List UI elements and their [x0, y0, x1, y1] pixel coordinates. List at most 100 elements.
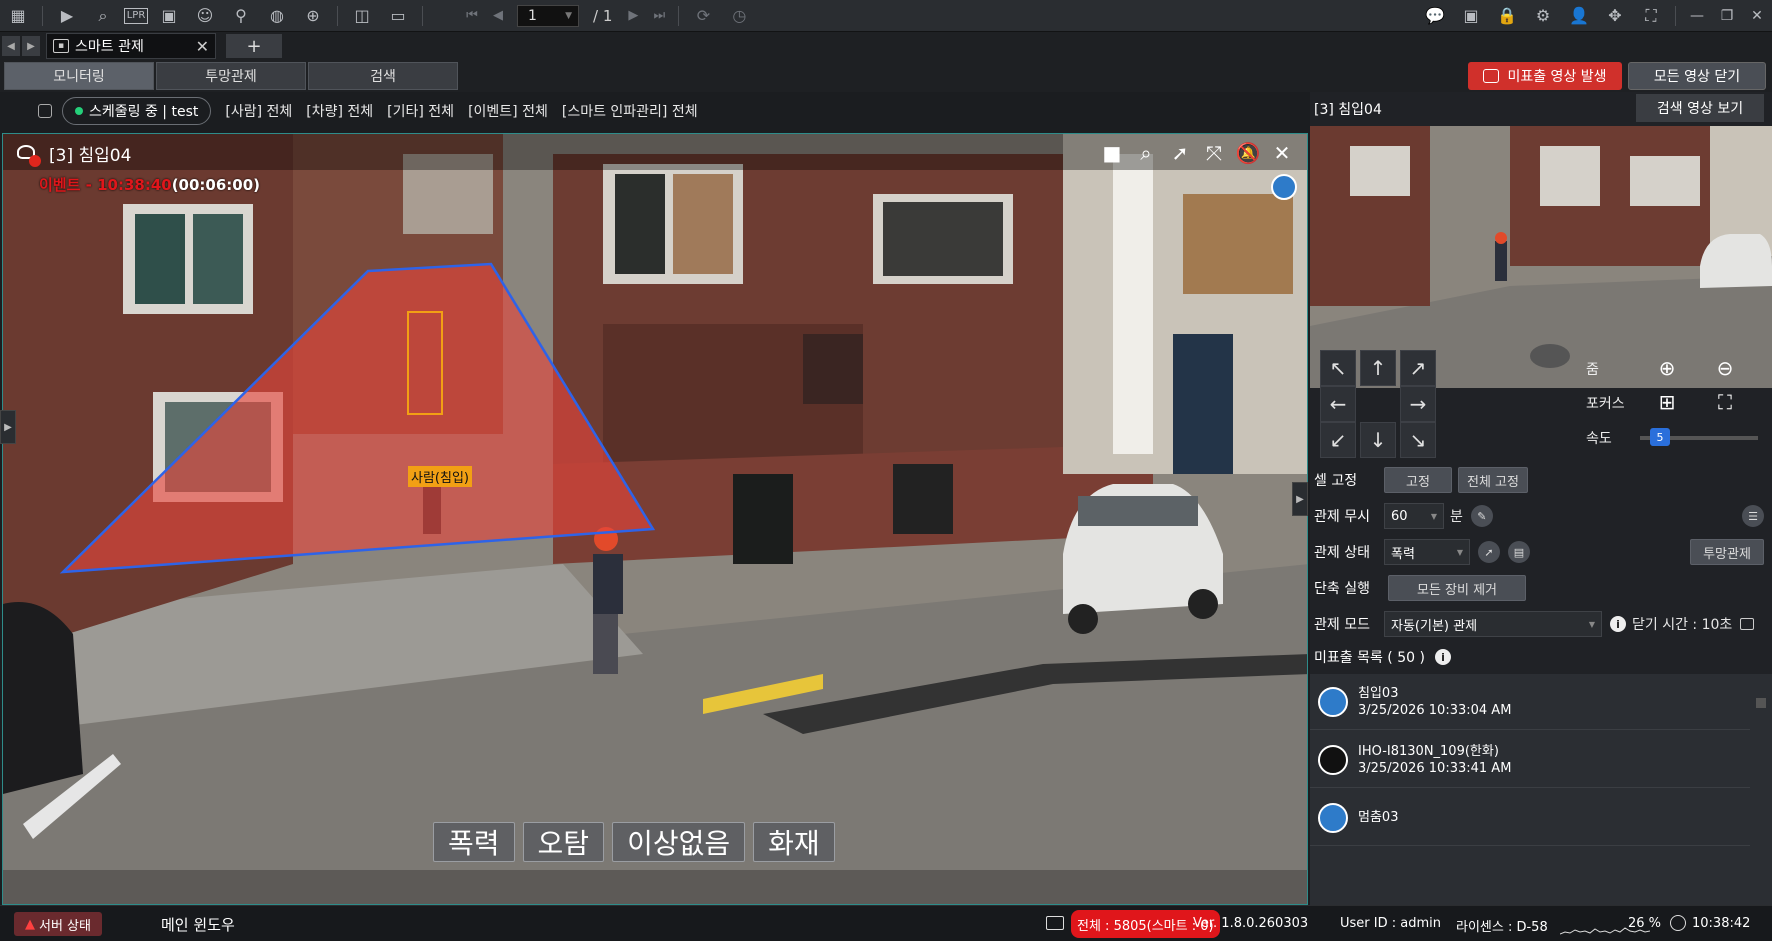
move-icon[interactable]: ✥	[1600, 4, 1630, 28]
list-scrollbar[interactable]	[1756, 674, 1770, 905]
page-total: / 1	[593, 6, 613, 25]
focus-far-icon[interactable]: ⛶	[1710, 387, 1740, 417]
chat-icon[interactable]: 💬	[1420, 4, 1450, 28]
play-video-icon[interactable]: ▶	[52, 4, 82, 28]
ai-camera-icon	[1318, 802, 1348, 833]
prev-page-icon[interactable]: ◀	[485, 8, 511, 23]
restore-icon[interactable]: ❐	[1712, 8, 1742, 24]
fix-button[interactable]: 고정	[1384, 467, 1452, 493]
net-control-button[interactable]: 투망관제	[1690, 539, 1764, 565]
filter-vehicle[interactable]: [차량] 전체	[306, 101, 373, 121]
speed-knob[interactable]: 5	[1650, 428, 1670, 446]
event-button-normal[interactable]: 이상없음	[612, 822, 746, 862]
lpr-icon[interactable]: LPR	[124, 7, 148, 24]
filter-event[interactable]: [이벤트] 전체	[468, 101, 548, 121]
next-page-icon[interactable]: ▶	[620, 8, 646, 23]
focus-near-icon[interactable]: ⊞	[1652, 387, 1682, 417]
list-item[interactable]: 멈춤03	[1310, 790, 1750, 846]
page-number-input[interactable]: 1 ▼	[517, 4, 579, 27]
ptz-left-icon[interactable]: ←	[1320, 386, 1356, 422]
scroll-thumb[interactable]	[1756, 698, 1766, 708]
ignore-apply-icon[interactable]: ✎	[1470, 505, 1493, 527]
event-button-violence[interactable]: 폭력	[433, 822, 515, 862]
ai-analysis-icon[interactable]	[1271, 174, 1297, 200]
close-time-settings-icon[interactable]	[1740, 618, 1755, 630]
control-mode-select[interactable]: 자동(기본) 관제 ▼	[1384, 611, 1602, 637]
close-video-icon[interactable]: ✕	[1265, 140, 1299, 166]
zoom-out-icon[interactable]: ⊖	[1710, 353, 1740, 383]
ptz-down-icon[interactable]: ↓	[1360, 422, 1396, 458]
add-tab-button[interactable]: +	[226, 34, 282, 58]
smart-control-icon: ▪	[53, 39, 69, 53]
mute-alarm-icon[interactable]: 🔕	[1231, 140, 1265, 166]
tab-monitoring[interactable]: 모니터링	[4, 62, 154, 90]
map-search-icon[interactable]: ◍	[262, 4, 292, 28]
filter-person[interactable]: [사람] 전체	[225, 101, 292, 121]
gear-icon[interactable]: ⚙	[1528, 4, 1558, 28]
camera-alert-icon[interactable]: ▣	[1456, 4, 1486, 28]
right-panel-toggle-icon[interactable]: ▶	[1292, 482, 1308, 516]
ptz-down-right-icon[interactable]: ↘	[1400, 422, 1436, 458]
close-all-videos-button[interactable]: 모든 영상 닫기	[1628, 62, 1766, 90]
fix-all-button[interactable]: 전체 고정	[1458, 467, 1528, 493]
tab-scroll-right-icon[interactable]: ▶	[22, 36, 40, 56]
filter-settings-icon[interactable]	[38, 104, 52, 118]
remove-all-devices-button[interactable]: 모든 장비 제거	[1388, 575, 1526, 601]
pin-icon[interactable]: ➚	[1163, 140, 1197, 166]
ptz-up-right-icon[interactable]: ↗	[1400, 350, 1436, 386]
event-button-false-alarm[interactable]: 오탐	[522, 822, 605, 862]
first-page-icon[interactable]: ⏮	[459, 8, 485, 23]
preview-video[interactable]	[1310, 126, 1772, 388]
ptz-right-icon[interactable]: →	[1400, 386, 1436, 422]
filter-crowd[interactable]: [스마트 인파관리] 전체	[562, 101, 698, 121]
screen-settings-icon[interactable]: ▭	[383, 4, 413, 28]
zoom-search-icon[interactable]: ⌕	[1129, 140, 1163, 166]
ignore-minutes-select[interactable]: 60 ▼	[1384, 503, 1444, 529]
main-video-view[interactable]: [3] 침입04 이벤트 - 10:38:40(00:06:00) ■ ⌕ ➚ …	[2, 133, 1308, 905]
zoom-in-icon[interactable]: ⊕	[1652, 353, 1682, 383]
video-search-icon[interactable]: ⌕	[88, 4, 118, 28]
list-menu-icon[interactable]: ☰	[1742, 505, 1764, 527]
control-status-select[interactable]: 폭력 ▼	[1384, 539, 1470, 565]
user-icon[interactable]: 👤	[1564, 4, 1594, 28]
timer-icon[interactable]: ◷	[724, 4, 754, 28]
unshown-video-alert-button[interactable]: 미표출 영상 발생	[1468, 62, 1622, 90]
tab-net-control[interactable]: 투망관제	[156, 62, 306, 90]
close-tab-icon[interactable]: ✕	[196, 37, 209, 56]
ptz-down-left-icon[interactable]: ↙	[1320, 422, 1356, 458]
global-search-icon[interactable]: ⊕	[298, 4, 328, 28]
search-video-button[interactable]: 검색 영상 보기	[1636, 94, 1764, 122]
minimize-icon[interactable]: —	[1682, 8, 1712, 24]
person-search-icon[interactable]: ☺	[190, 4, 220, 28]
tab-scroll-left-icon[interactable]: ◀	[2, 36, 20, 56]
user-id-text: User ID : admin	[1340, 916, 1441, 931]
layout-icon[interactable]: ◫	[347, 4, 377, 28]
lock-icon[interactable]: 🔒	[1492, 4, 1522, 28]
schedule-status[interactable]: 스케줄링 중 | test	[62, 97, 212, 125]
grid-menu-icon[interactable]: ▦	[3, 4, 33, 28]
status-apply-icon[interactable]: ➚	[1478, 541, 1500, 563]
filter-other[interactable]: [기타] 전체	[387, 101, 454, 121]
shortcut-row: 단축 실행 모든 장비 제거	[1310, 568, 1772, 608]
sync-icon[interactable]: ⟳	[688, 4, 718, 28]
fullscreen-icon[interactable]: ⛶	[1636, 4, 1666, 28]
event-button-fire[interactable]: 화재	[753, 822, 835, 862]
video-camera-icon[interactable]: ■	[1095, 140, 1129, 166]
ptz-up-left-icon[interactable]: ↖	[1320, 350, 1356, 386]
main-window-label: 메인 윈도우	[161, 916, 235, 934]
tab-search[interactable]: 검색	[308, 62, 458, 90]
close-window-icon[interactable]: ✕	[1742, 8, 1772, 24]
left-panel-toggle-icon[interactable]: ▶	[0, 410, 16, 444]
tab-smart-control[interactable]: ▪ 스마트 관제 ✕	[46, 33, 216, 59]
calendar-search-icon[interactable]: ▣	[154, 4, 184, 28]
shrink-icon[interactable]: ⤧	[1197, 140, 1231, 166]
status-note-icon[interactable]: ▤	[1508, 541, 1530, 563]
bicycle-icon[interactable]: ⚲	[226, 4, 256, 28]
list-item[interactable]: 침입03 3/25/2026 10:33:04 AM	[1310, 674, 1750, 730]
server-status-button[interactable]: ▲ 서버 상태	[14, 912, 102, 936]
list-item[interactable]: IHO-I8130N_109(한화) 3/25/2026 10:33:41 AM	[1310, 732, 1750, 788]
list-info-icon[interactable]: i	[1434, 649, 1451, 665]
last-page-icon[interactable]: ⏭	[646, 8, 672, 23]
ptz-up-icon[interactable]: ↑	[1360, 350, 1396, 386]
info-icon[interactable]: i	[1610, 616, 1626, 632]
